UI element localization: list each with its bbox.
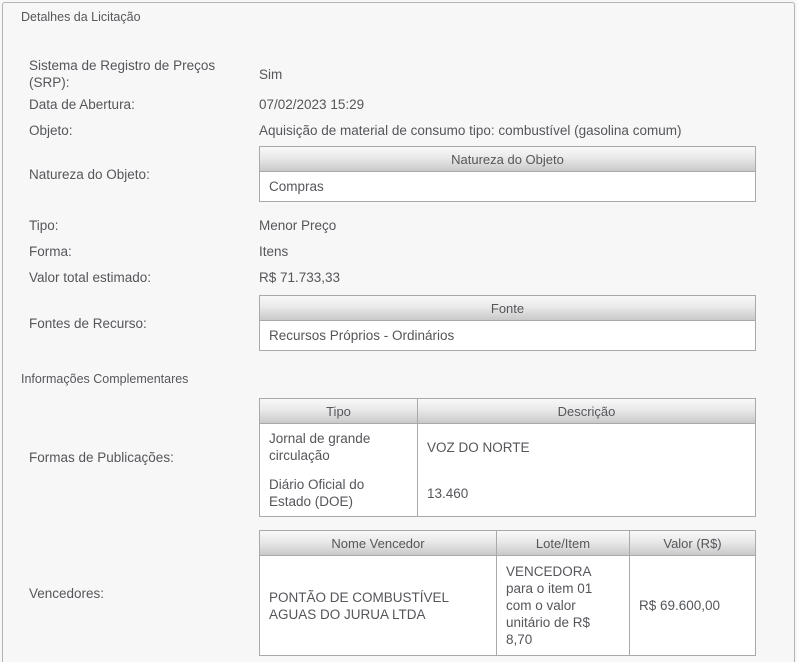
natureza-table: Natureza do Objeto Compras (259, 146, 756, 202)
publicacoes-table-body: Jornal de grande circulação VOZ DO NORTE… (260, 424, 755, 516)
publicacoes-cell-descricao: VOZ DO NORTE (417, 424, 755, 470)
field-row-objeto: Objeto: Aquisição de material de consumo… (29, 117, 794, 143)
vencedores-cell-valor: R$ 69.600,00 (629, 556, 755, 655)
publicacoes-table: Tipo Descrição Jornal de grande circulaç… (259, 398, 756, 517)
section-title-detalhes: Detalhes da Licitação (21, 10, 794, 24)
field-row-formas-publicacoes: Formas de Publicações: Tipo Descrição Jo… (29, 398, 794, 517)
field-row-srp: Sistema de Registro de Preços (SRP): Sim (29, 57, 794, 91)
field-row-valor-total: Valor total estimado: R$ 71.733,33 (29, 264, 794, 290)
fontes-table-header-row: Fonte (260, 296, 755, 321)
publicacoes-header-descricao: Descrição (417, 399, 755, 423)
field-label-formas-publicacoes: Formas de Publicações: (29, 449, 259, 466)
table-row: Jornal de grande circulação VOZ DO NORTE (260, 424, 755, 470)
licitacao-details-panel: Detalhes da Licitação Sistema de Registr… (2, 2, 795, 662)
vencedores-header-lote: Lote/Item (496, 531, 629, 555)
field-label-valor-total: Valor total estimado: (29, 269, 259, 286)
fontes-table-header: Fonte (260, 296, 755, 320)
fontes-table: Fonte Recursos Próprios - Ordinários (259, 295, 756, 351)
details-fields: Sistema de Registro de Preços (SRP): Sim… (3, 57, 794, 351)
table-row: Diário Oficial do Estado (DOE) 13.460 (260, 470, 755, 516)
publicacoes-cell-tipo: Jornal de grande circulação (260, 424, 417, 470)
field-label-vencedores: Vencedores: (29, 585, 259, 602)
field-value-srp: Sim (259, 66, 282, 83)
field-row-data-abertura: Data de Abertura: 07/02/2023 15:29 (29, 91, 794, 117)
field-label-fontes-recurso: Fontes de Recurso: (29, 315, 259, 332)
field-label-tipo: Tipo: (29, 217, 259, 234)
field-value-valor-total: R$ 71.733,33 (259, 269, 340, 286)
vencedores-table-header-row: Nome Vencedor Lote/Item Valor (R$) (260, 531, 755, 556)
field-label-forma: Forma: (29, 243, 259, 260)
table-row: Compras (260, 172, 755, 201)
natureza-table-header-row: Natureza do Objeto (260, 147, 755, 172)
field-label-natureza: Natureza do Objeto: (29, 166, 259, 183)
vencedores-cell-nome: PONTÃO DE COMBUSTÍVEL AGUAS DO JURUA LTD… (260, 556, 496, 655)
vencedores-table: Nome Vencedor Lote/Item Valor (R$) PONTÃ… (259, 530, 756, 656)
fontes-table-body: Recursos Próprios - Ordinários (260, 321, 755, 350)
field-row-tipo: Tipo: Menor Preço (29, 212, 794, 238)
natureza-table-value: Compras (260, 172, 755, 201)
field-row-natureza: Natureza do Objeto: Natureza do Objeto C… (29, 146, 794, 202)
vencedores-header-nome: Nome Vencedor (260, 531, 496, 555)
field-row-vencedores: Vencedores: Nome Vencedor Lote/Item Valo… (29, 530, 794, 656)
publicacoes-cell-descricao: 13.460 (417, 470, 755, 516)
publicacoes-table-header-row: Tipo Descrição (260, 399, 755, 424)
field-label-srp: Sistema de Registro de Preços (SRP): (29, 57, 259, 91)
vencedores-table-body: PONTÃO DE COMBUSTÍVEL AGUAS DO JURUA LTD… (260, 556, 755, 655)
fontes-table-value: Recursos Próprios - Ordinários (260, 321, 755, 350)
publicacoes-cell-tipo: Diário Oficial do Estado (DOE) (260, 470, 417, 516)
field-value-forma: Itens (259, 243, 288, 260)
table-row: Recursos Próprios - Ordinários (260, 321, 755, 350)
vencedores-cell-lote: VENCEDORA para o item 01 com o valor uni… (496, 556, 629, 655)
field-label-objeto: Objeto: (29, 122, 259, 139)
natureza-table-header: Natureza do Objeto (260, 147, 755, 171)
field-row-fontes-recurso: Fontes de Recurso: Fonte Recursos Própri… (29, 295, 794, 351)
field-value-data-abertura: 07/02/2023 15:29 (259, 96, 364, 113)
publicacoes-header-tipo: Tipo (260, 399, 417, 423)
section-title-informacoes-complementares: Informações Complementares (21, 372, 794, 386)
field-value-tipo: Menor Preço (259, 217, 336, 234)
field-label-data-abertura: Data de Abertura: (29, 96, 259, 113)
complementares-fields: Formas de Publicações: Tipo Descrição Jo… (3, 398, 794, 656)
natureza-table-body: Compras (260, 172, 755, 201)
table-row: PONTÃO DE COMBUSTÍVEL AGUAS DO JURUA LTD… (260, 556, 755, 655)
field-value-objeto: Aquisição de material de consumo tipo: c… (259, 122, 681, 139)
field-row-forma: Forma: Itens (29, 238, 794, 264)
vencedores-header-valor: Valor (R$) (629, 531, 755, 555)
